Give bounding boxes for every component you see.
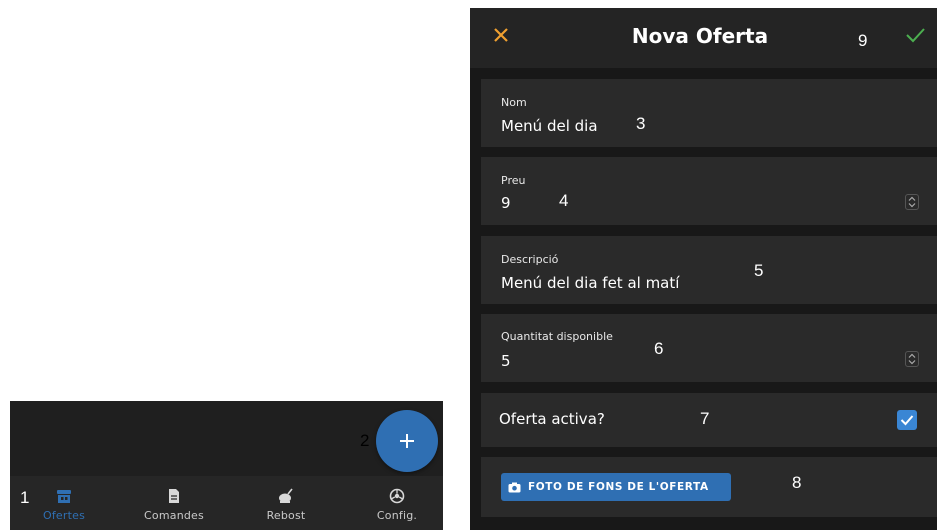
close-icon[interactable] xyxy=(490,24,512,46)
plus-icon xyxy=(400,434,414,448)
store-icon xyxy=(57,490,71,503)
price-label: Preu xyxy=(501,174,526,187)
annotation-quantitat: 6 xyxy=(654,339,664,358)
settings-icon xyxy=(389,488,405,504)
photo-row: FOTO DE FONS DE L'OFERTA xyxy=(481,457,937,517)
active-offer-label: Oferta activa? xyxy=(499,410,605,428)
tab-label-rebost: Rebost xyxy=(266,509,306,522)
description-value[interactable]: Menú del dia fet al matí xyxy=(501,274,679,292)
tab-config[interactable]: Config. xyxy=(352,476,442,530)
quantity-label: Quantitat disponible xyxy=(501,330,613,343)
tab-label-ofertes: Ofertes xyxy=(42,509,86,522)
pantry-icon xyxy=(279,488,293,503)
page-title: Nova Oferta xyxy=(631,24,769,48)
check-icon xyxy=(900,415,914,426)
quantity-value[interactable]: 5 xyxy=(501,352,511,370)
annotation-foto: 8 xyxy=(792,473,802,492)
name-field[interactable]: Nom Menú del dia xyxy=(481,79,937,147)
annotation-nom: 3 xyxy=(636,114,646,133)
name-value[interactable]: Menú del dia xyxy=(501,117,598,135)
annotation-preu: 4 xyxy=(559,191,569,210)
bottom-tab-bar: Ofertes Comandes Rebost Config. xyxy=(10,476,443,530)
check-icon[interactable] xyxy=(904,26,926,44)
offer-photo-button[interactable]: FOTO DE FONS DE L'OFERTA xyxy=(501,473,731,501)
annotation-tabs: 1 xyxy=(20,488,30,507)
tab-label-config: Config. xyxy=(376,509,418,522)
document-icon xyxy=(169,489,179,503)
stepper-icon xyxy=(908,353,916,365)
name-label: Nom xyxy=(501,96,527,109)
active-offer-checkbox[interactable] xyxy=(897,410,917,430)
tab-comandes[interactable]: Comandes xyxy=(129,476,219,530)
description-label: Descripció xyxy=(501,253,559,266)
price-field[interactable]: Preu 9 xyxy=(481,157,937,225)
tab-ofertes[interactable]: Ofertes xyxy=(19,476,109,530)
quantity-stepper[interactable] xyxy=(905,351,919,367)
annotation-activa: 7 xyxy=(700,409,710,428)
annotation-confirm: 9 xyxy=(858,31,868,50)
tab-rebost[interactable]: Rebost xyxy=(241,476,331,530)
stepper-icon xyxy=(908,196,916,208)
camera-icon xyxy=(508,482,521,492)
quantity-field[interactable]: Quantitat disponible 5 xyxy=(481,314,937,382)
price-stepper[interactable] xyxy=(905,194,919,210)
offer-photo-label: FOTO DE FONS DE L'OFERTA xyxy=(528,481,709,493)
annotation-fab: 2 xyxy=(360,431,370,450)
tab-label-comandes: Comandes xyxy=(144,509,204,522)
price-value[interactable]: 9 xyxy=(501,194,511,212)
annotation-descripcio: 5 xyxy=(754,261,764,280)
add-offer-button[interactable] xyxy=(376,410,438,472)
description-field[interactable]: Descripció Menú del dia fet al matí xyxy=(481,236,937,304)
